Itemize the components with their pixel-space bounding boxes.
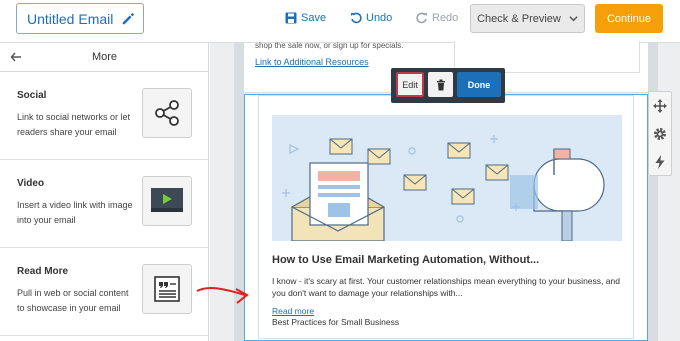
post-title: How to Use Email Marketing Automation, W… <box>272 254 540 266</box>
gear-icon[interactable] <box>649 120 671 148</box>
edit-button[interactable]: Edit <box>396 72 424 97</box>
lightning-icon[interactable] <box>649 148 671 176</box>
block-text: shop the sale now, or sign up for specia… <box>255 41 404 50</box>
sidebar-title: More <box>91 51 118 63</box>
annotation-arrow-icon <box>196 287 249 304</box>
top-toolbar: Untitled Email Save Undo Redo Check & Pr… <box>0 0 680 43</box>
item-description: Link to social networks or let readers s… <box>17 112 131 137</box>
undo-button[interactable]: Undo <box>350 12 392 24</box>
read-more-link[interactable]: Read more <box>272 306 314 316</box>
resources-link[interactable]: Link to Additional Resources <box>255 57 369 67</box>
check-preview-button[interactable]: Check & Preview <box>470 4 585 33</box>
block-tools-panel <box>648 91 672 176</box>
redo-icon <box>416 12 427 24</box>
item-description: Pull in web or social content to showcas… <box>17 288 129 313</box>
read-more-block[interactable]: How to Use Email Marketing Automation, W… <box>244 94 648 341</box>
hero-illustration <box>272 115 622 241</box>
post-card: How to Use Email Marketing Automation, W… <box>258 95 634 339</box>
delete-button[interactable] <box>428 72 453 97</box>
item-title: Video <box>17 178 45 189</box>
floppy-disk-icon <box>285 12 297 24</box>
sidebar-item-video[interactable]: Video Insert a video link with image int… <box>0 160 208 248</box>
item-description: Insert a video link with image into your… <box>17 200 133 225</box>
block-edit-toolbar: Edit Done <box>391 68 505 103</box>
continue-button[interactable]: Continue <box>595 4 663 33</box>
article-quote-icon[interactable] <box>142 264 192 314</box>
sidebar-item-read-more[interactable]: Read More Pull in web or social content … <box>0 248 208 336</box>
video-player-icon[interactable] <box>142 176 192 226</box>
canvas-edge-right <box>648 43 658 341</box>
sidebar-header: More <box>0 43 208 72</box>
pencil-icon[interactable] <box>121 12 135 26</box>
save-button[interactable]: Save <box>285 12 326 24</box>
email-canvas: shop the sale now, or sign up for specia… <box>210 41 680 341</box>
post-description: I know - it's scary at first. Your custo… <box>272 276 620 298</box>
done-button[interactable]: Done <box>457 72 501 97</box>
item-title: Social <box>17 90 47 101</box>
item-title: Read More <box>17 266 69 277</box>
redo-button[interactable]: Redo <box>416 12 458 24</box>
chevron-down-icon <box>569 16 578 22</box>
sidebar-item-social[interactable]: Social Link to social networks or let re… <box>0 72 208 160</box>
sidebar: More Social Link to social networks or l… <box>0 43 209 341</box>
email-title-field[interactable]: Untitled Email <box>16 3 144 34</box>
move-icon[interactable] <box>649 92 671 120</box>
share-icon[interactable] <box>142 88 192 138</box>
undo-icon <box>351 12 362 24</box>
trash-icon <box>436 79 445 90</box>
email-editor: Untitled Email Save Undo Redo Check & Pr… <box>0 0 680 341</box>
post-category: Best Practices for Small Business <box>272 317 400 327</box>
email-title: Untitled Email <box>27 10 114 27</box>
